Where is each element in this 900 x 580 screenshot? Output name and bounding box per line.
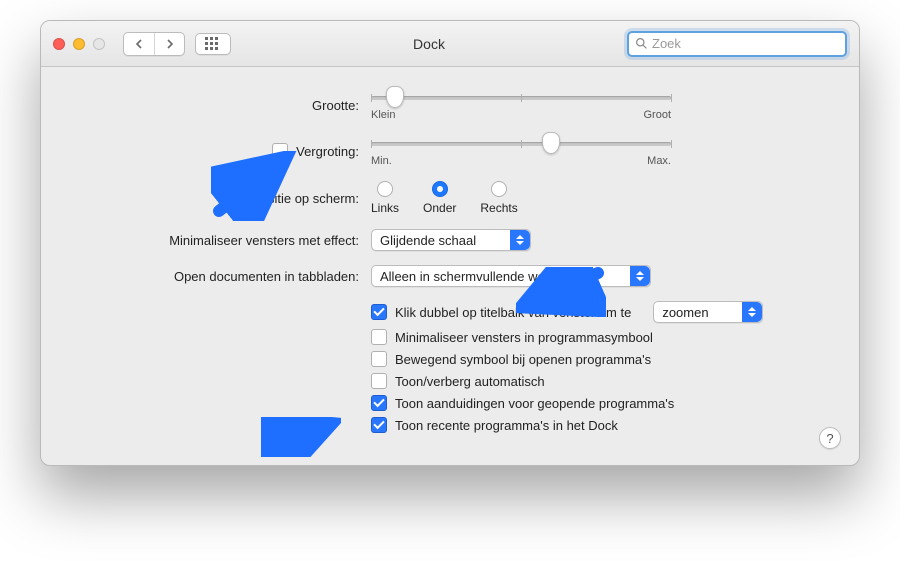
label-size: Grootte: — [71, 98, 371, 113]
search-icon — [635, 37, 648, 50]
search-input[interactable] — [652, 36, 839, 51]
titlebar: Dock — [41, 21, 859, 67]
autohide-checkbox[interactable] — [371, 373, 387, 389]
magnification-slider[interactable] — [371, 135, 671, 153]
doubleclick-label: Klik dubbel op titelbalk van venster om … — [395, 305, 631, 320]
minimize-effect-value: Glijdende schaal — [380, 233, 476, 248]
indicators-label: Toon aanduidingen voor geopende programm… — [395, 396, 674, 411]
label-minimize-effect: Minimaliseer vensters met effect: — [71, 233, 371, 248]
radio-icon — [432, 181, 448, 197]
chevron-updown-icon — [510, 230, 530, 250]
nav-back-forward — [123, 32, 185, 56]
magnification-checkbox[interactable] — [272, 143, 288, 159]
traffic-lights — [53, 38, 105, 50]
animate-open-label: Bewegend symbool bij openen programma's — [395, 352, 651, 367]
window-title: Dock — [241, 36, 617, 52]
mag-min-label: Min. — [371, 155, 392, 167]
size-slider[interactable] — [371, 89, 671, 107]
open-docs-value: Alleen in schermvullende weergave — [380, 269, 585, 284]
minimize-into-app-label: Minimaliseer vensters in programmasymboo… — [395, 330, 653, 345]
recent-apps-checkbox[interactable] — [371, 417, 387, 433]
recent-apps-label: Toon recente programma's in het Dock — [395, 418, 618, 433]
help-button[interactable]: ? — [819, 427, 841, 449]
size-max-label: Groot — [643, 109, 671, 121]
mag-max-label: Max. — [647, 155, 671, 167]
forward-button[interactable] — [154, 33, 184, 55]
doubleclick-action-value: zoomen — [662, 305, 708, 320]
radio-label: Links — [371, 201, 399, 215]
open-docs-select[interactable]: Alleen in schermvullende weergave — [371, 265, 651, 287]
doubleclick-checkbox[interactable] — [371, 304, 387, 320]
minimize-window-button[interactable] — [73, 38, 85, 50]
show-all-button[interactable] — [195, 33, 231, 55]
preferences-window: Dock Grootte: Klein Groot — [40, 20, 860, 466]
radio-icon — [377, 181, 393, 197]
chevron-updown-icon — [630, 266, 650, 286]
search-field[interactable] — [627, 31, 847, 57]
position-radio-rechts[interactable]: Rechts — [480, 181, 517, 215]
indicators-checkbox[interactable] — [371, 395, 387, 411]
radio-label: Rechts — [480, 201, 517, 215]
radio-label: Onder — [423, 201, 456, 215]
annotation-arrow-icon — [261, 417, 341, 457]
zoom-window-button[interactable] — [93, 38, 105, 50]
size-min-label: Klein — [371, 109, 395, 121]
close-window-button[interactable] — [53, 38, 65, 50]
position-radio-onder[interactable]: Onder — [423, 181, 456, 215]
animate-open-checkbox[interactable] — [371, 351, 387, 367]
radio-icon — [491, 181, 507, 197]
options-group: Klik dubbel op titelbalk van venster om … — [371, 301, 829, 433]
back-button[interactable] — [124, 33, 154, 55]
label-magnification: Vergroting: — [296, 144, 359, 159]
content: Grootte: Klein Groot Vergroting: — [41, 67, 859, 465]
position-radio-links[interactable]: Links — [371, 181, 399, 215]
minimize-into-app-checkbox[interactable] — [371, 329, 387, 345]
doubleclick-action-select[interactable]: zoomen — [653, 301, 763, 323]
label-position: Positie op scherm: — [71, 191, 371, 206]
chevron-updown-icon — [742, 302, 762, 322]
minimize-effect-select[interactable]: Glijdende schaal — [371, 229, 531, 251]
position-radio-group: Links Onder Rechts — [371, 181, 518, 215]
autohide-label: Toon/verberg automatisch — [395, 374, 545, 389]
label-open-docs: Open documenten in tabbladen: — [71, 269, 371, 284]
